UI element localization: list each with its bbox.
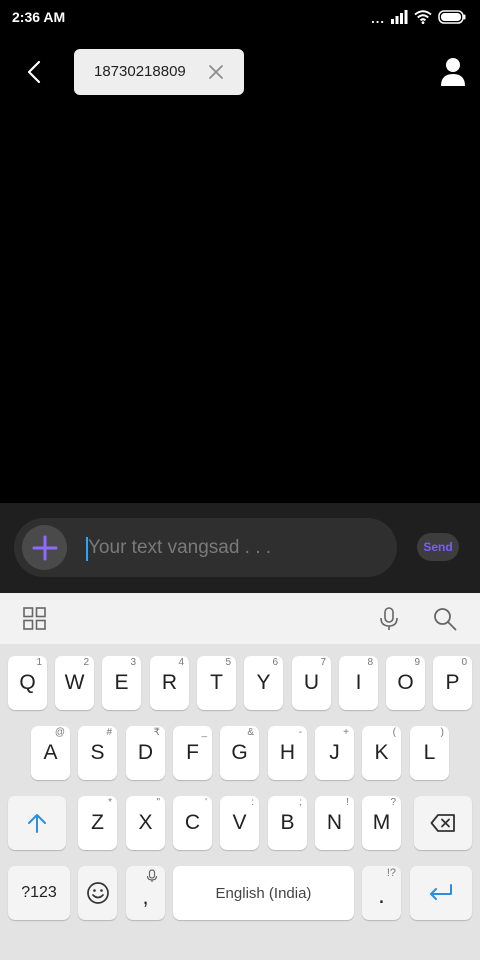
status-bar: 2:36 AM ... (0, 0, 480, 34)
status-time: 2:36 AM (12, 9, 66, 25)
key-b[interactable]: B; (268, 796, 307, 850)
key-r[interactable]: R4 (150, 656, 189, 710)
compose-box (14, 518, 397, 577)
key-w[interactable]: W2 (55, 656, 94, 710)
status-icons: ... (371, 8, 466, 26)
key-a[interactable]: A @ (31, 726, 70, 780)
backspace-key[interactable] (414, 796, 472, 850)
contact-icon[interactable] (440, 56, 466, 88)
attach-button[interactable] (22, 525, 67, 570)
status-dots: ... (371, 11, 385, 26)
key-v[interactable]: V: (220, 796, 259, 850)
key-i[interactable]: I8 (339, 656, 378, 710)
recipient-chip[interactable]: 18730218809 (74, 49, 244, 95)
close-icon[interactable] (208, 64, 224, 80)
keyboard-toolbar (0, 593, 480, 644)
key-c[interactable]: C ' (173, 796, 212, 850)
enter-key[interactable] (410, 866, 472, 920)
compose-area: Send (0, 503, 480, 593)
key-p[interactable]: P0 (433, 656, 472, 710)
key-m[interactable]: M? (362, 796, 401, 850)
key-k[interactable]: K( (362, 726, 401, 780)
send-button[interactable]: Send (417, 533, 459, 561)
microphone-hint-icon (146, 869, 158, 882)
comma-key[interactable]: , (126, 866, 165, 920)
key-h[interactable]: H- (268, 726, 307, 780)
search-icon[interactable] (432, 606, 458, 632)
space-key[interactable]: English (India) (173, 866, 354, 920)
key-j[interactable]: J + (315, 726, 354, 780)
key-s[interactable]: S # (78, 726, 117, 780)
period-key[interactable]: .!? (362, 866, 401, 920)
key-y[interactable]: Y6 (244, 656, 283, 710)
message-input[interactable] (84, 532, 384, 564)
key-q[interactable]: Q1 (8, 656, 47, 710)
emoji-key[interactable] (78, 866, 117, 920)
key-o[interactable]: O9 (386, 656, 425, 710)
text-cursor (86, 537, 88, 561)
microphone-icon[interactable] (376, 606, 402, 632)
key-z[interactable]: Z * (78, 796, 117, 850)
apps-grid-icon[interactable] (22, 606, 48, 632)
wifi-icon (414, 10, 432, 24)
enter-arrow-icon (430, 884, 452, 900)
signal-icon (391, 10, 408, 24)
key-l[interactable]: L) (410, 726, 449, 780)
shift-key[interactable] (8, 796, 66, 850)
key-f[interactable]: F _ (173, 726, 212, 780)
backspace-icon (430, 814, 455, 832)
keyboard: Q1 W2 E3 R4 T5 Y6 U7 I8 O9 P0 A @ S # D ₹ F… (0, 644, 480, 960)
shift-arrow-icon (28, 814, 46, 833)
key-u[interactable]: U7 (292, 656, 331, 710)
back-arrow-icon (27, 60, 41, 84)
key-x[interactable]: X " (126, 796, 165, 850)
emoji-icon (86, 882, 109, 904)
recipient-number: 18730218809 (94, 63, 186, 80)
symbols-key[interactable]: ?123 (8, 866, 70, 920)
key-g[interactable]: G & (220, 726, 259, 780)
key-n[interactable]: N! (315, 796, 354, 850)
back-button[interactable] (20, 55, 48, 89)
plus-icon (32, 535, 57, 560)
battery-icon (438, 10, 466, 24)
key-d[interactable]: D ₹ (126, 726, 165, 780)
key-e[interactable]: E3 (102, 656, 141, 710)
key-t[interactable]: T5 (197, 656, 236, 710)
